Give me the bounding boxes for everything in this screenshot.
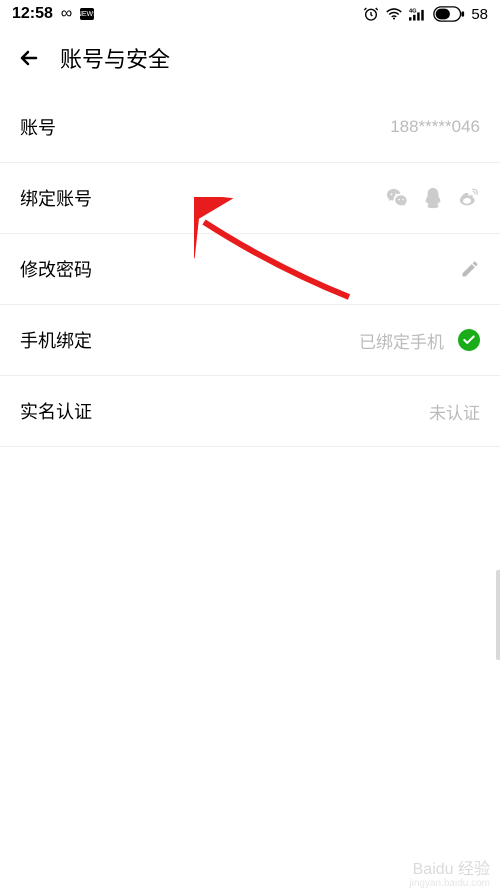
signal-icon: 4G xyxy=(409,7,427,21)
status-time: 12:58 xyxy=(12,5,53,23)
real-name-label: 实名认证 xyxy=(20,398,92,424)
account-label: 账号 xyxy=(20,114,56,140)
news-icon: NEWS xyxy=(80,8,94,20)
qq-icon xyxy=(422,187,444,209)
watermark-url: jingyan.baidu.com xyxy=(409,878,490,889)
back-button[interactable] xyxy=(16,45,42,71)
real-name-status: 未认证 xyxy=(429,399,480,424)
watermark: Baidu 经验 xyxy=(413,855,490,879)
check-icon xyxy=(462,333,476,347)
pencil-icon xyxy=(460,259,480,279)
scroll-indicator xyxy=(496,570,500,660)
real-name-row[interactable]: 实名认证 未认证 xyxy=(0,376,500,447)
account-value: 188*****046 xyxy=(390,117,480,137)
change-password-label: 修改密码 xyxy=(20,256,92,282)
alarm-icon xyxy=(363,6,379,22)
bind-account-row[interactable]: 绑定账号 xyxy=(0,163,500,234)
status-bar: 12:58 ∞ NEWS 4G 58 xyxy=(0,0,500,28)
phone-bind-label: 手机绑定 xyxy=(20,327,92,353)
account-row[interactable]: 账号 188*****046 xyxy=(0,92,500,163)
check-badge xyxy=(458,329,480,351)
phone-bind-row[interactable]: 手机绑定 已绑定手机 xyxy=(0,305,500,376)
battery-percent: 58 xyxy=(471,6,488,23)
page-title: 账号与安全 xyxy=(60,42,170,74)
infinity-icon: ∞ xyxy=(61,5,72,23)
battery-icon xyxy=(433,6,465,22)
wechat-icon xyxy=(386,187,408,209)
weibo-icon xyxy=(458,187,480,209)
wifi-icon xyxy=(385,7,403,21)
change-password-row[interactable]: 修改密码 xyxy=(0,234,500,305)
bind-account-label: 绑定账号 xyxy=(20,185,92,211)
header: 账号与安全 xyxy=(0,28,500,92)
settings-list: 账号 188*****046 绑定账号 修改密码 手机绑定 已绑定手机 实名认证… xyxy=(0,92,500,447)
phone-bind-status: 已绑定手机 xyxy=(359,328,444,353)
arrow-left-icon xyxy=(17,46,41,70)
svg-text:4G: 4G xyxy=(409,8,417,14)
